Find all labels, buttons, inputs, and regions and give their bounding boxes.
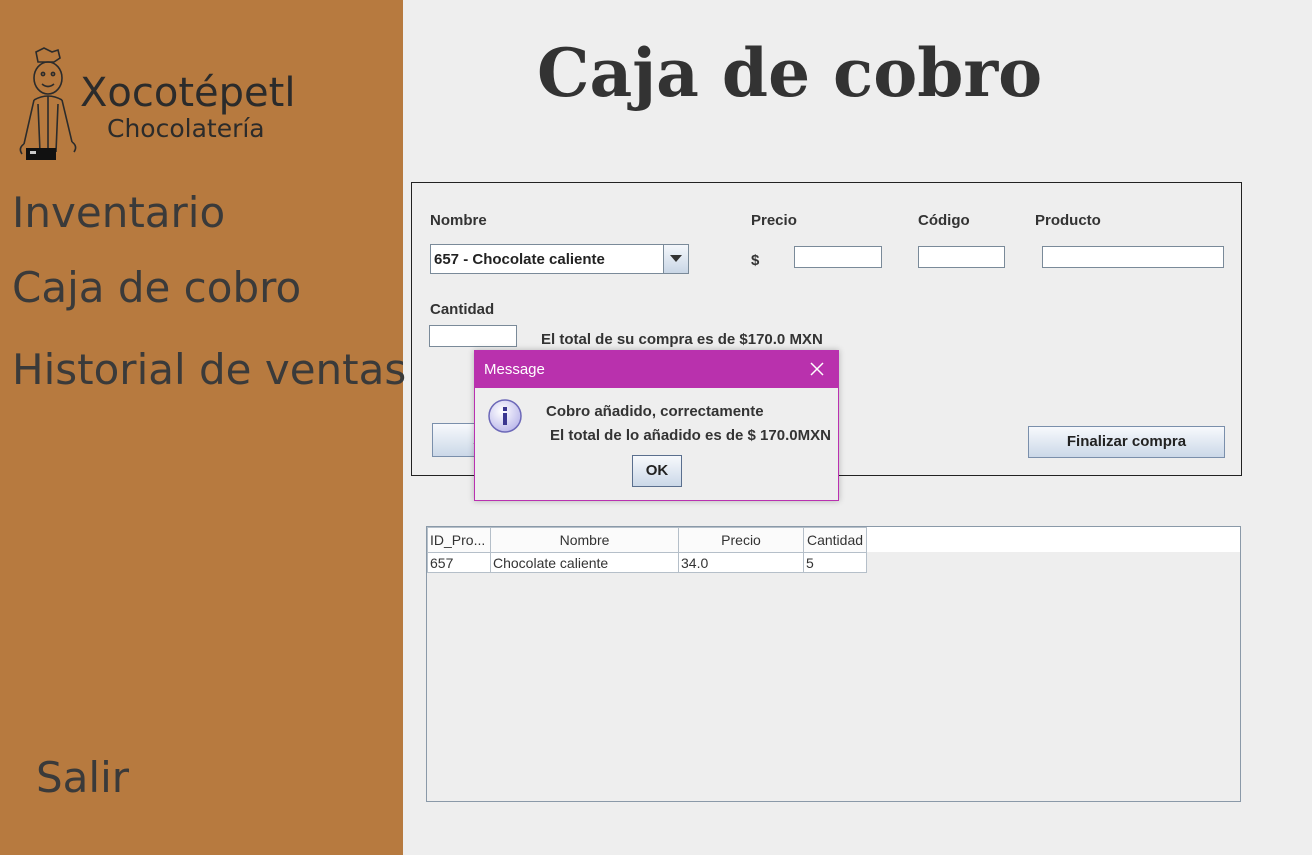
finish-purchase-button[interactable]: Finalizar compra: [1028, 426, 1225, 458]
codigo-label: Código: [918, 212, 970, 229]
currency-symbol: $: [751, 252, 760, 269]
ok-button[interactable]: OK: [632, 455, 682, 487]
sidebar-item-caja-de-cobro[interactable]: Caja de cobro: [12, 263, 301, 312]
producto-label: Producto: [1035, 212, 1101, 229]
page-title: Caja de cobro: [537, 34, 1043, 112]
sales-grid: ID_Pro... Nombre Precio Cantidad 657 Cho…: [427, 527, 867, 573]
dialog-message-line-1: Cobro añadido, correctamente: [546, 403, 764, 420]
exit-button[interactable]: Salir: [36, 753, 129, 802]
table-cell-nombre[interactable]: Chocolate caliente: [490, 552, 679, 573]
info-icon: [488, 399, 522, 433]
column-header-id[interactable]: ID_Pro...: [427, 527, 491, 553]
brand-logo: Xocotépetl Chocolatería: [14, 44, 324, 164]
table-cell-id[interactable]: 657: [427, 552, 491, 573]
column-header-precio[interactable]: Precio: [678, 527, 804, 553]
logo-subtitle: Chocolatería: [107, 114, 265, 143]
product-select[interactable]: 657 - Chocolate caliente: [430, 244, 689, 274]
table-cell-cantidad[interactable]: 5: [803, 552, 867, 573]
table-row[interactable]: 657 Chocolate caliente 34.0 5: [427, 552, 867, 573]
dialog-message-line-2: El total de lo añadido es de $ 170.0MXN: [550, 427, 831, 444]
mascot-icon: [19, 47, 77, 160]
close-icon[interactable]: [810, 362, 824, 376]
logo-title: Xocotépetl: [80, 70, 296, 116]
column-header-nombre[interactable]: Nombre: [490, 527, 679, 553]
table-header-row: ID_Pro... Nombre Precio Cantidad: [427, 527, 867, 553]
sales-table[interactable]: ID_Pro... Nombre Precio Cantidad 657 Cho…: [426, 526, 1241, 802]
sidebar: Xocotépetl Chocolatería Inventario Caja …: [0, 0, 406, 855]
column-header-cantidad[interactable]: Cantidad: [803, 527, 867, 553]
total-text: El total de su compra es de $170.0 MXN: [541, 331, 823, 348]
precio-label: Precio: [751, 212, 797, 229]
producto-input[interactable]: [1042, 246, 1224, 268]
dialog-titlebar[interactable]: Message: [475, 351, 838, 388]
sidebar-item-historial-de-ventas[interactable]: Historial de ventas: [12, 345, 406, 394]
cantidad-input[interactable]: [429, 325, 517, 347]
dropdown-button[interactable]: [663, 245, 688, 273]
precio-input[interactable]: [794, 246, 882, 268]
codigo-input[interactable]: [918, 246, 1005, 268]
nombre-label: Nombre: [430, 212, 487, 229]
cantidad-label: Cantidad: [430, 301, 495, 318]
product-select-value: 657 - Chocolate caliente: [434, 251, 605, 268]
sidebar-item-inventario[interactable]: Inventario: [12, 188, 225, 237]
table-cell-precio[interactable]: 34.0: [678, 552, 804, 573]
chevron-down-icon: [670, 255, 682, 262]
dialog-title: Message: [484, 361, 545, 378]
message-dialog: Message Cobro añadido, correctamente El …: [474, 350, 839, 501]
